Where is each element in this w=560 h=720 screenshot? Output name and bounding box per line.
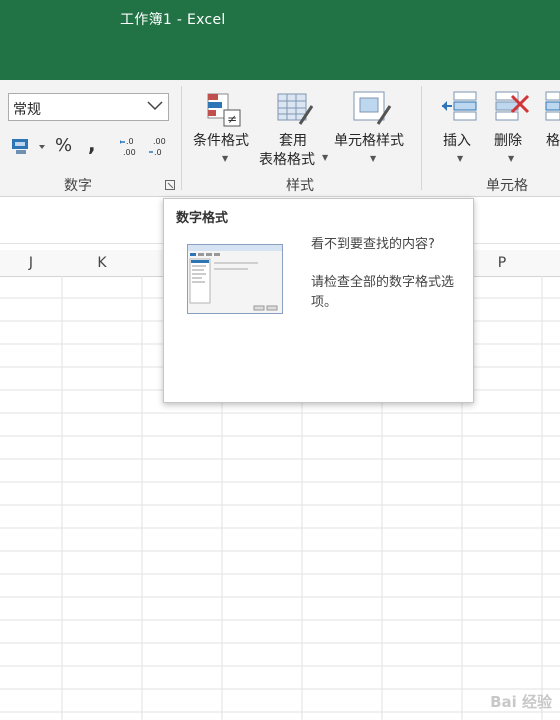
delete-cells-icon <box>495 91 530 121</box>
chevron-down-icon: ▼ <box>457 154 464 163</box>
chevron-down-icon: ▼ <box>322 153 329 162</box>
insert-cells-icon <box>442 91 477 121</box>
number-format-dropdown[interactable]: 常规 <box>8 93 169 121</box>
svg-text:.00: .00 <box>153 137 166 146</box>
column-header-j[interactable]: J <box>0 255 62 271</box>
styles-group-label: 样式 <box>286 178 314 194</box>
format-as-table-icon <box>277 93 314 125</box>
number-format-value: 常规 <box>13 102 41 118</box>
currency-icon <box>12 139 45 154</box>
watermark-logo: Bai 经验 <box>490 693 552 711</box>
insert-label: 插入 <box>443 133 471 149</box>
chevron-down-icon <box>147 101 163 111</box>
accounting-format-button[interactable] <box>10 136 46 160</box>
increase-decimal-icon: .0 .00 <box>119 137 136 157</box>
cell-styles-label: 单元格样式 <box>334 133 404 149</box>
number-group-label: 数字 <box>64 178 92 194</box>
decrease-decimal-button[interactable]: .00 .0 <box>148 136 168 162</box>
conditional-format-icon: ≠ <box>207 93 241 127</box>
cells-group-label: 单元格 <box>486 178 528 194</box>
format-as-table-label-line2: 表格格式 <box>259 152 315 168</box>
format-dialog-thumbnail <box>187 244 283 314</box>
number-format-tooltip: 数字格式 看不到要查找的内容? 请检查全部的数字格式选项。 <box>163 198 474 403</box>
tooltip-question: 看不到要查找的内容? <box>311 237 435 252</box>
comma-style-button[interactable]: , <box>88 132 96 156</box>
chevron-down-icon: ▼ <box>508 154 515 163</box>
conditional-format-label: 条件格式 <box>193 133 249 149</box>
group-divider <box>181 86 182 190</box>
chevron-down-icon: ▼ <box>370 154 377 163</box>
percent-style-button[interactable]: % <box>55 135 72 156</box>
decrease-decimal-icon: .00 .0 <box>149 137 166 157</box>
tooltip-title: 数字格式 <box>176 211 229 226</box>
dialog-launcher-icon[interactable] <box>165 180 175 190</box>
column-header-p[interactable]: P <box>462 255 542 271</box>
svg-text:.0: .0 <box>154 148 162 157</box>
ribbon: 常规 % , .0 .00 .00 .0 数字 ≠ 条件格式 ▼ 套用 表格格式… <box>0 80 560 197</box>
format-as-table-label-line1: 套用 <box>279 133 307 149</box>
format-label: 格 <box>546 133 560 149</box>
tooltip-body: 请检查全部的数字格式选项。 <box>311 275 455 310</box>
column-header-k[interactable]: K <box>62 255 142 271</box>
delete-label: 删除 <box>494 133 522 149</box>
window-title: 工作簿1 - Excel <box>120 12 226 28</box>
svg-text:≠: ≠ <box>227 112 237 126</box>
title-bar: 工作簿1 - Excel <box>0 0 560 80</box>
chevron-down-icon: ▼ <box>222 154 229 163</box>
cell-styles-icon <box>353 91 392 125</box>
svg-text:.00: .00 <box>123 148 136 157</box>
increase-decimal-button[interactable]: .0 .00 <box>119 136 140 162</box>
format-cells-icon <box>545 91 560 121</box>
group-divider <box>421 86 422 190</box>
svg-text:.0: .0 <box>126 137 134 146</box>
